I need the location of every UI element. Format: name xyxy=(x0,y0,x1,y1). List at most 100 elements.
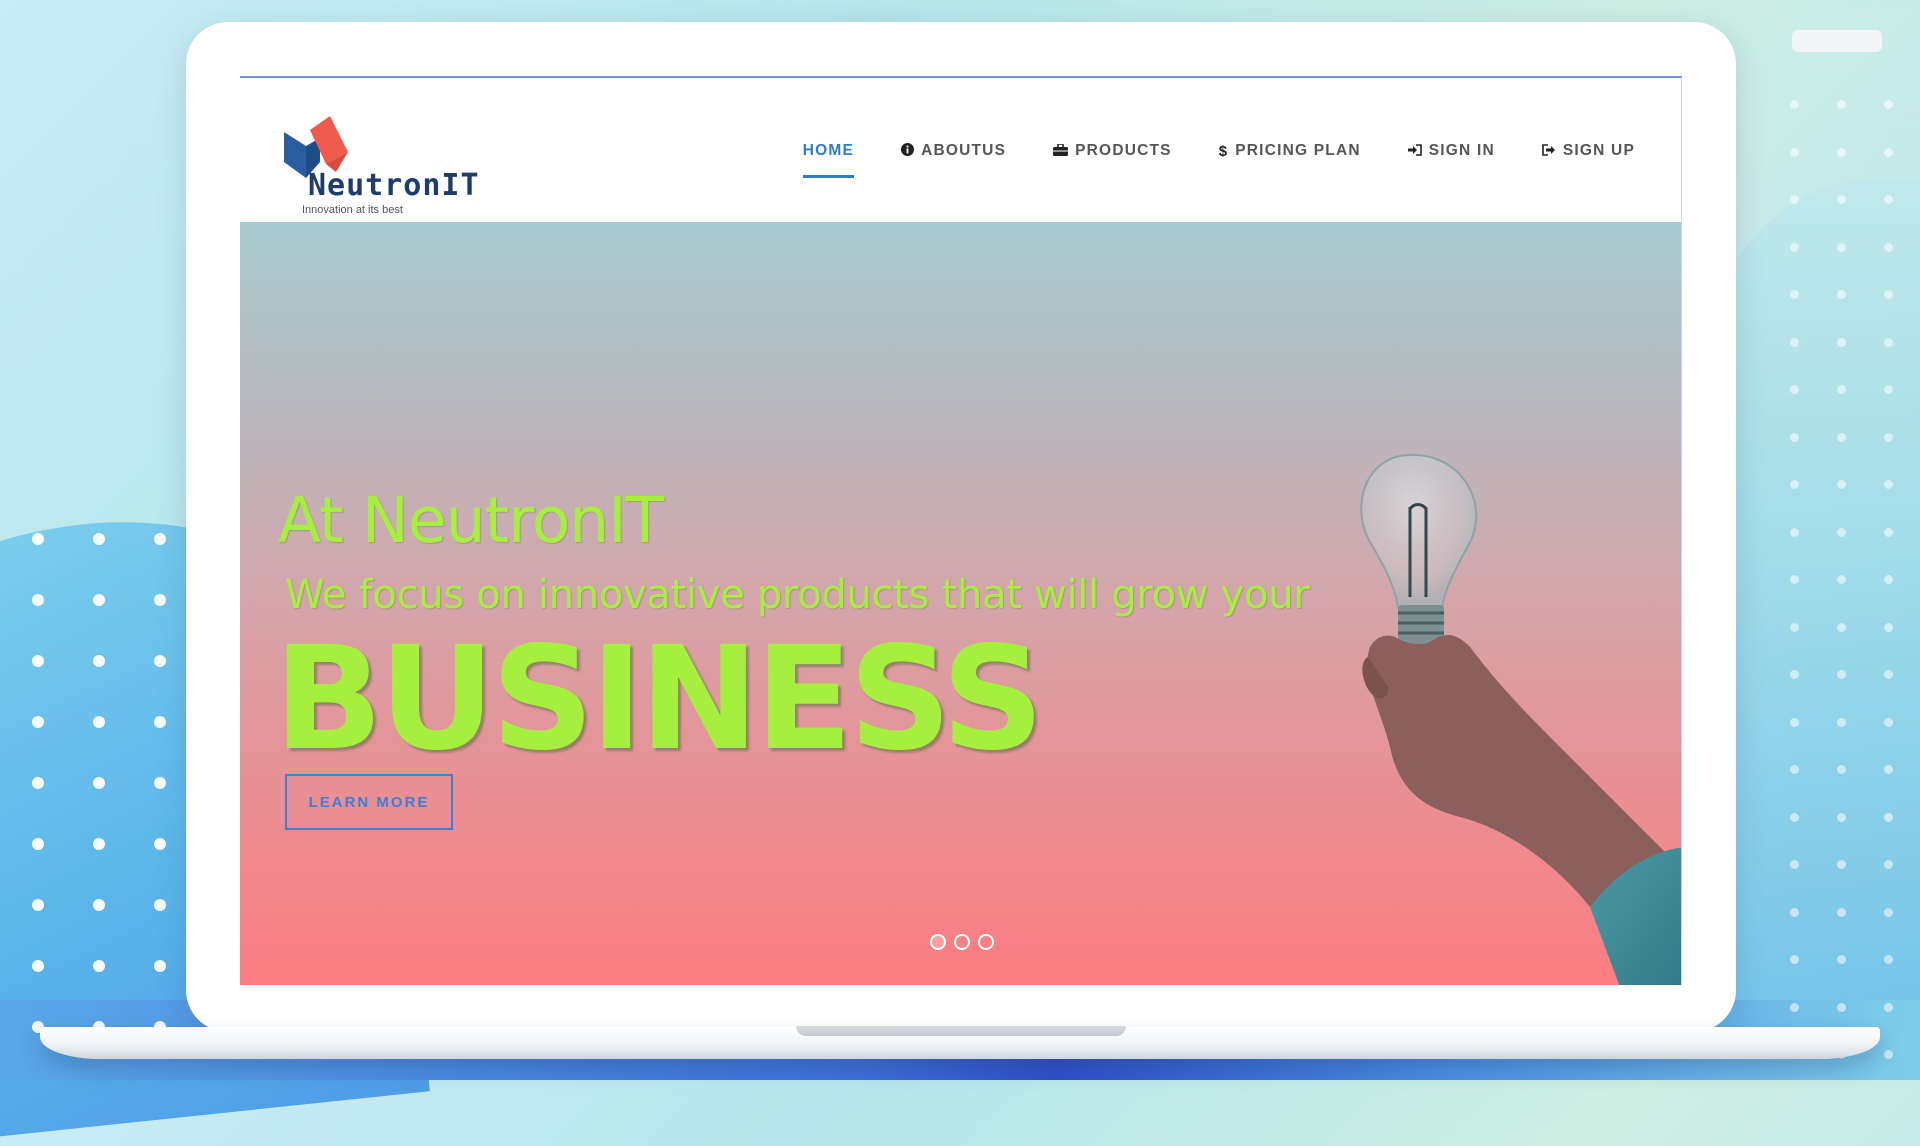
decorative-dot xyxy=(1790,670,1799,679)
decorative-dot xyxy=(1837,100,1846,109)
nav-aboutus[interactable]: ABOUTUS xyxy=(901,142,1006,170)
hero-subtitle: We focus on innovative products that wil… xyxy=(285,572,1310,618)
nav-aboutus-label: ABOUTUS xyxy=(921,142,1007,159)
decorative-dot xyxy=(93,655,105,667)
nav-pricing[interactable]: $ PRICING PLAN xyxy=(1219,142,1361,170)
dollar-icon: $ xyxy=(1218,142,1229,160)
decorative-dot xyxy=(1884,100,1893,109)
decorative-dot xyxy=(1790,527,1799,537)
decorative-dot xyxy=(93,594,105,606)
decorative-dot xyxy=(1790,480,1799,489)
decorative-dot xyxy=(1790,622,1799,632)
decorative-dot xyxy=(32,533,44,545)
carousel-dot[interactable] xyxy=(978,934,994,950)
decorative-dot xyxy=(1884,717,1893,727)
nav-signin[interactable]: SIGN IN xyxy=(1407,142,1495,170)
decorative-dot xyxy=(1837,385,1846,394)
decorative-dot xyxy=(1790,1002,1799,1012)
decorative-dot xyxy=(1790,432,1799,442)
decorative-dot xyxy=(1837,195,1846,204)
hero-slider: At NeutronIT We focus on innovative prod… xyxy=(240,222,1681,985)
decorative-dot xyxy=(1884,622,1893,632)
decorative-dot xyxy=(1837,480,1846,489)
decorative-dot xyxy=(1790,100,1799,109)
camera-clip xyxy=(1792,30,1882,52)
decorative-dot xyxy=(1837,337,1846,347)
decorative-dot xyxy=(1884,527,1893,537)
sign-out-icon xyxy=(1542,143,1556,159)
brand-tagline: Innovation at its best xyxy=(302,204,403,216)
decorative-dot xyxy=(32,655,44,667)
decorative-dot xyxy=(1884,812,1893,822)
decorative-dot xyxy=(1884,385,1893,394)
brand-name: NeutronIT xyxy=(308,168,480,203)
decorative-dot xyxy=(1837,575,1846,584)
decorative-dot xyxy=(1884,147,1893,157)
carousel-indicators xyxy=(930,934,994,950)
decorative-dot xyxy=(154,838,166,850)
decorative-dot xyxy=(154,899,166,911)
decorative-dot xyxy=(1790,575,1799,584)
brand-logo[interactable]: NeutronIT Innovation at its best xyxy=(284,116,479,216)
decorative-dot xyxy=(1884,860,1893,869)
decorative-dot xyxy=(154,777,166,789)
decorative-dot xyxy=(1884,242,1893,252)
decorative-dot xyxy=(1837,290,1846,299)
decorative-dot xyxy=(1884,1002,1893,1012)
hero-title: At NeutronIT xyxy=(278,484,664,557)
decorative-dot xyxy=(1884,907,1893,917)
decorative-dot xyxy=(154,716,166,728)
decorative-dot xyxy=(1790,907,1799,917)
decorative-dot xyxy=(1837,765,1846,774)
navbar: NeutronIT Innovation at its best HOME AB… xyxy=(240,78,1681,222)
learn-more-button[interactable]: LEARN MORE xyxy=(285,774,453,830)
decorative-dot xyxy=(1790,955,1799,964)
decorative-dot xyxy=(1790,195,1799,204)
laptop-screen: NeutronIT Innovation at its best HOME AB… xyxy=(240,76,1682,985)
decorative-dot xyxy=(1790,290,1799,299)
carousel-dot[interactable] xyxy=(954,934,970,950)
nav-products[interactable]: PRODUCTS xyxy=(1053,142,1172,170)
carousel-dot[interactable] xyxy=(930,934,946,950)
decorative-dot xyxy=(1884,480,1893,489)
sign-in-icon xyxy=(1407,143,1422,159)
decorative-dot xyxy=(1884,670,1893,679)
nav-signup[interactable]: SIGN UP xyxy=(1542,142,1635,170)
decorative-dot xyxy=(93,716,105,728)
nav-home[interactable]: HOME xyxy=(802,142,855,178)
decorative-dot xyxy=(1884,955,1893,964)
decorative-dot xyxy=(32,716,44,728)
hero-headline: BUSINESS xyxy=(274,615,1044,782)
decorative-dot xyxy=(32,777,44,789)
decorative-dot xyxy=(154,655,166,667)
decorative-dot xyxy=(1837,907,1846,917)
decorative-dot xyxy=(93,899,105,911)
decorative-dot xyxy=(1837,955,1846,964)
decorative-dot xyxy=(32,838,44,850)
decorative-dot xyxy=(1837,1002,1846,1012)
decorative-dot xyxy=(1884,195,1893,204)
decorative-dot xyxy=(154,960,166,972)
decorative-dot xyxy=(1790,717,1799,727)
decorative-dot xyxy=(1790,765,1799,774)
decorative-dot xyxy=(1790,242,1799,252)
decorative-dot xyxy=(1837,860,1846,869)
decorative-dot xyxy=(1790,812,1799,822)
decorative-dot xyxy=(93,777,105,789)
decorative-dot xyxy=(1790,385,1799,394)
briefcase-icon xyxy=(1053,142,1069,159)
decorative-dot xyxy=(1884,290,1893,299)
decorative-dot xyxy=(32,899,44,911)
nav-signup-label: SIGN UP xyxy=(1562,142,1635,159)
laptop-notch xyxy=(796,1026,1126,1036)
decorative-dot xyxy=(93,960,105,972)
decorative-dot xyxy=(1837,622,1846,632)
decorative-dot xyxy=(1884,765,1893,774)
decorative-dot xyxy=(93,838,105,850)
decorative-dot xyxy=(1837,432,1846,442)
decorative-dot xyxy=(154,533,166,545)
lightbulb-hand-image xyxy=(1360,453,1681,985)
main-nav: HOME ABOUTUS PRODUCTS $ PRICING PLAN SIG… xyxy=(802,142,1635,178)
decorative-dot xyxy=(1790,337,1799,347)
decorative-dot xyxy=(1884,432,1893,442)
